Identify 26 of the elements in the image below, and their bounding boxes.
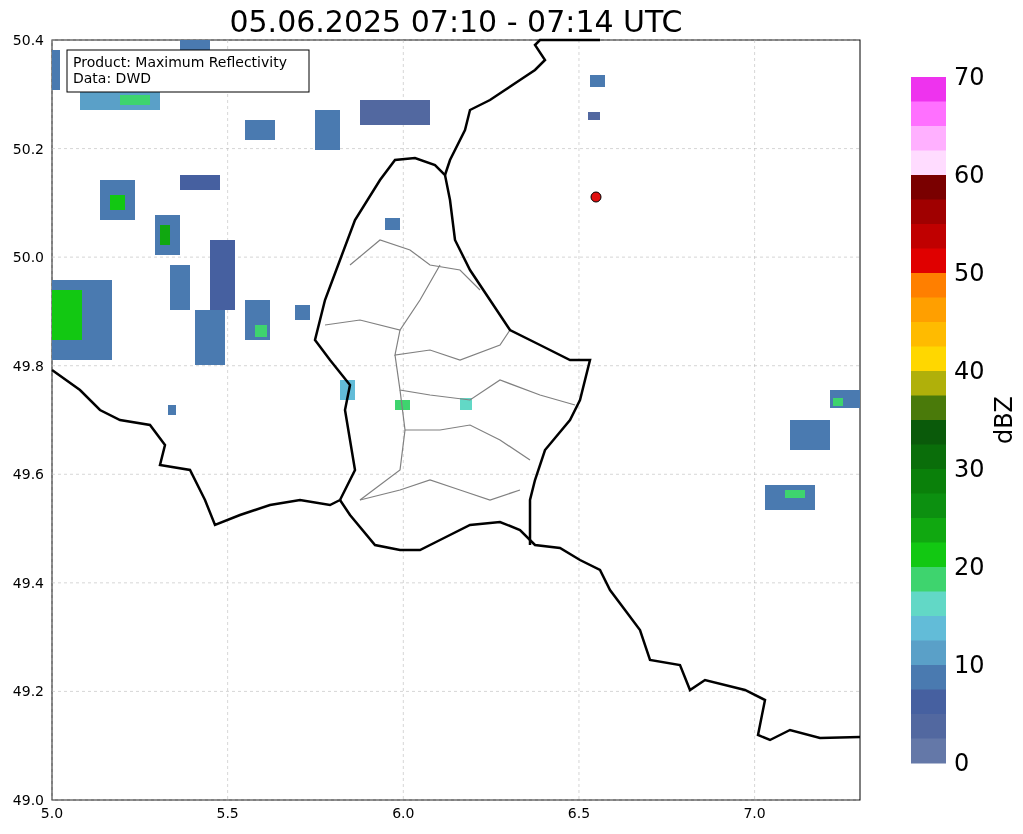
y-tick-label: 50.2 (12, 140, 44, 157)
y-tick-label: 50.0 (12, 249, 44, 266)
colorbar-tick-label: 50 (954, 259, 985, 287)
x-tick-label: 6.5 (567, 805, 591, 821)
chart-title: 05.06.2025 07:10 - 07:14 UTC (229, 4, 683, 39)
colorbar-tick-label: 30 (954, 455, 985, 483)
colorbar-tick-label: 60 (954, 161, 985, 189)
y-tick-label: 49.0 (12, 792, 44, 808)
x-tick-label: 5.5 (216, 805, 239, 821)
x-tick-label: 7.0 (743, 805, 766, 821)
colorbar-tick-label: 0 (954, 749, 970, 777)
annotation-text: Data: DWD (73, 70, 151, 86)
colorbar-tick-label: 40 (954, 357, 985, 385)
y-tick-label: 49.4 (12, 574, 44, 591)
location-marker (590, 191, 602, 203)
x-tick-label: 5.0 (40, 805, 64, 821)
y-tick-label: 49.2 (12, 683, 44, 700)
colorbar-tick-label: 70 (954, 63, 985, 91)
colorbar-tick-label: 10 (954, 651, 985, 679)
colorbar-tick-label: 20 (954, 553, 985, 581)
x-tick-label: 6.0 (392, 805, 415, 821)
y-tick-label: 49.6 (12, 466, 44, 483)
colorbar-label: dBZ (990, 395, 1018, 445)
y-tick-label: 49.8 (12, 357, 44, 374)
y-tick-label: 50.4 (12, 32, 44, 48)
annotation-text: Product: Maximum Reflectivity (73, 54, 287, 70)
